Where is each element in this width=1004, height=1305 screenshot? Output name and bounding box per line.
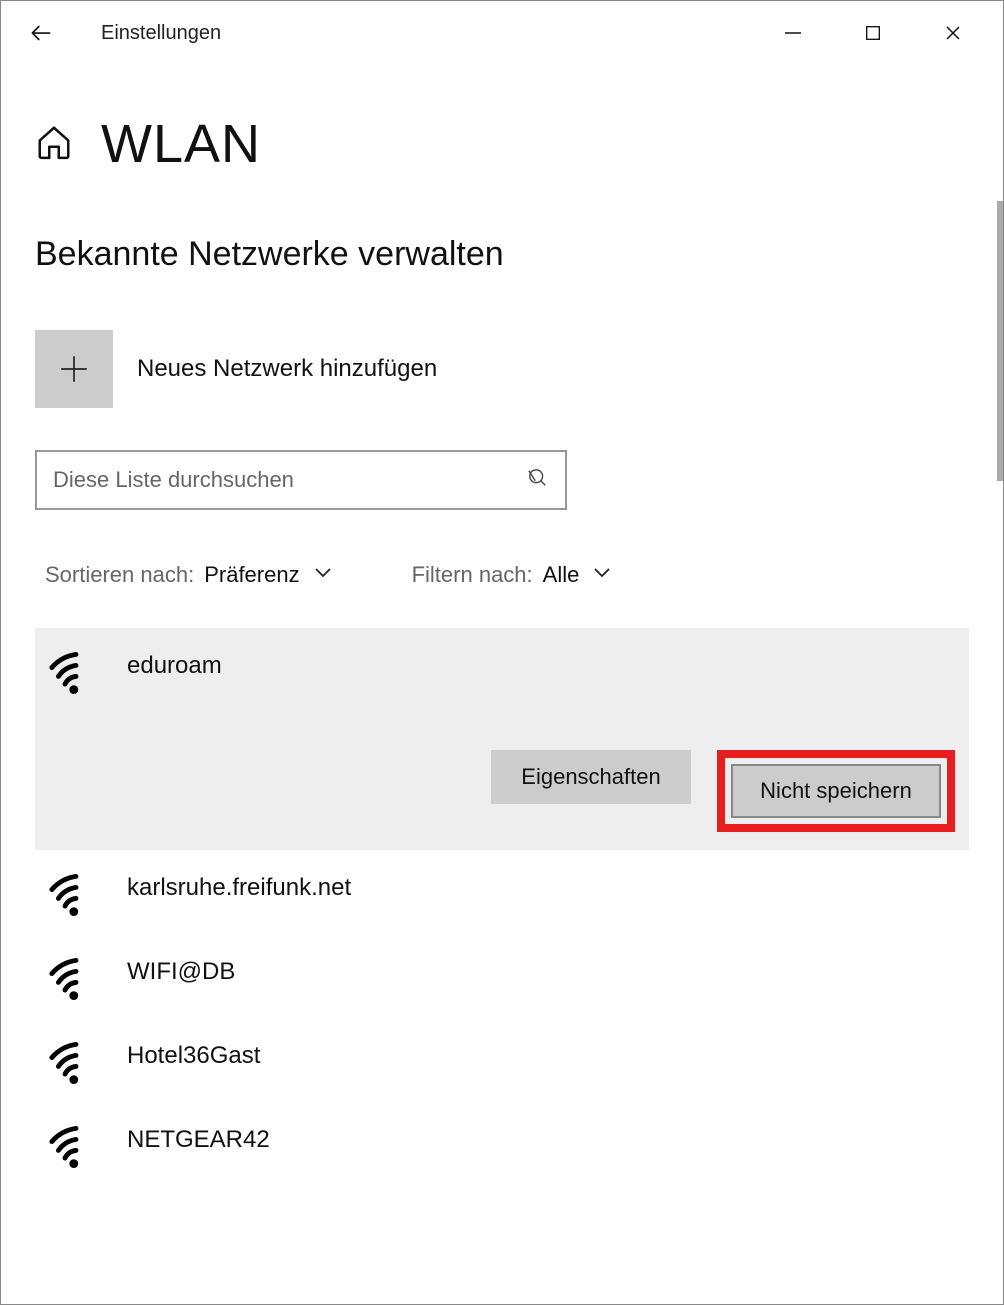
chevron-down-icon: [314, 566, 332, 584]
forget-highlight: Nicht speichern: [717, 750, 955, 832]
window-controls: [773, 13, 973, 53]
content: WLAN Bekannte Netzwerke verwalten Neues …: [1, 113, 1003, 1186]
minimize-button[interactable]: [773, 13, 813, 53]
sort-label: Sortieren nach:: [45, 562, 194, 588]
app-title: Einstellungen: [101, 22, 773, 45]
search-box[interactable]: [35, 450, 567, 510]
network-item[interactable]: Hotel36Gast: [35, 1018, 969, 1102]
add-network-row[interactable]: Neues Netzwerk hinzufügen: [35, 330, 969, 408]
network-item[interactable]: eduroam Eigenschaften Nicht speichern: [35, 628, 969, 850]
wifi-icon: [49, 650, 103, 694]
add-network-tile[interactable]: [35, 330, 113, 408]
back-button[interactable]: [21, 13, 61, 53]
maximize-button[interactable]: [853, 13, 893, 53]
scrollbar[interactable]: [997, 201, 1003, 481]
network-name: eduroam: [127, 650, 222, 680]
section-title: Bekannte Netzwerke verwalten: [35, 235, 969, 274]
forget-button[interactable]: Nicht speichern: [731, 764, 941, 818]
properties-button[interactable]: Eigenschaften: [491, 750, 691, 804]
page-title: WLAN: [101, 113, 261, 175]
sort-dropdown[interactable]: Sortieren nach: Präferenz: [45, 562, 332, 588]
add-network-label: Neues Netzwerk hinzufügen: [137, 355, 437, 383]
network-name: karlsruhe.freifunk.net: [127, 872, 351, 902]
minimize-icon: [783, 23, 803, 43]
wifi-icon: [49, 872, 103, 916]
search-icon: [527, 467, 549, 494]
network-name: WIFI@DB: [127, 956, 235, 986]
network-name: NETGEAR42: [127, 1124, 270, 1154]
plus-icon: [57, 352, 91, 386]
wifi-icon: [49, 1040, 103, 1084]
wifi-icon: [49, 1124, 103, 1168]
filter-dropdown[interactable]: Filtern nach: Alle: [412, 562, 612, 588]
network-list: eduroam Eigenschaften Nicht speichern karls…: [35, 628, 969, 1186]
titlebar: Einstellungen: [1, 1, 1003, 65]
chevron-down-icon: [593, 566, 611, 584]
arrow-left-icon: [28, 20, 54, 46]
network-item[interactable]: WIFI@DB: [35, 934, 969, 1018]
wifi-icon: [49, 956, 103, 1000]
filter-bar: Sortieren nach: Präferenz Filtern nach: …: [35, 562, 969, 588]
maximize-icon: [864, 24, 882, 42]
network-item[interactable]: karlsruhe.freifunk.net: [35, 850, 969, 934]
filter-value: Alle: [543, 562, 580, 588]
search-input[interactable]: [53, 467, 527, 493]
network-actions: Eigenschaften Nicht speichern: [49, 750, 955, 832]
sort-value: Präferenz: [204, 562, 299, 588]
page-header: WLAN: [35, 113, 969, 175]
home-icon[interactable]: [35, 123, 73, 166]
close-button[interactable]: [933, 13, 973, 53]
filter-label: Filtern nach:: [412, 562, 533, 588]
network-item[interactable]: NETGEAR42: [35, 1102, 969, 1186]
close-icon: [943, 23, 963, 43]
network-name: Hotel36Gast: [127, 1040, 260, 1070]
